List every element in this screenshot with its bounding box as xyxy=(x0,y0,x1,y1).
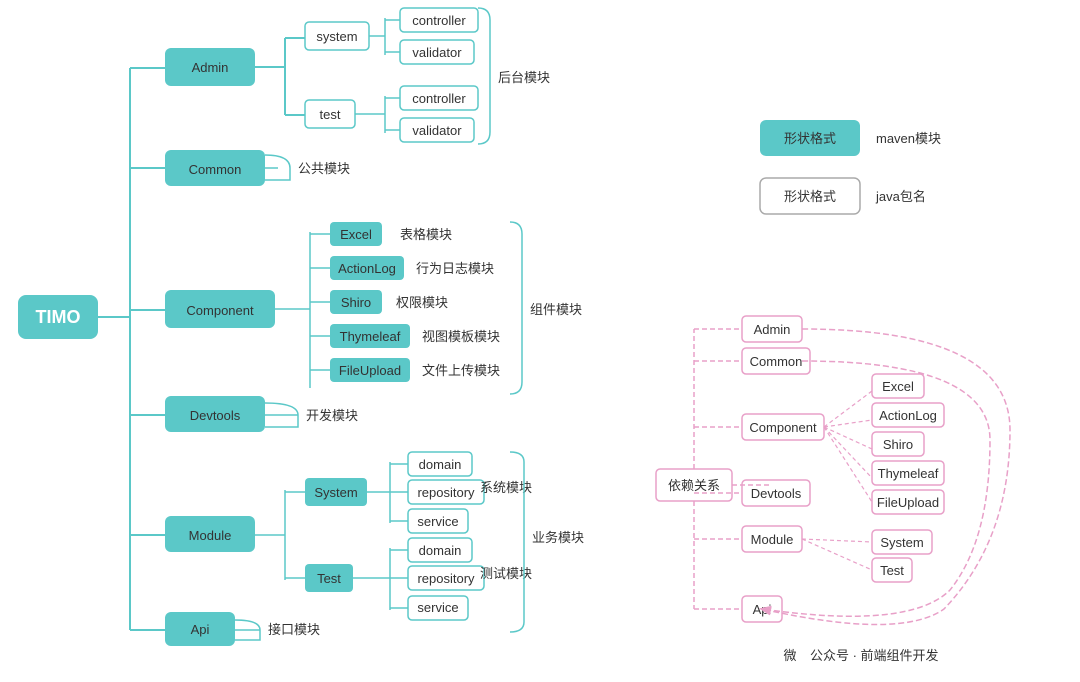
svg-text:Common: Common xyxy=(750,354,803,369)
svg-text:Thymeleaf: Thymeleaf xyxy=(340,329,401,344)
svg-text:Shiro: Shiro xyxy=(883,437,913,452)
svg-text:开发模块: 开发模块 xyxy=(306,408,358,423)
svg-text:System: System xyxy=(880,535,923,550)
svg-text:controller: controller xyxy=(412,91,466,106)
svg-text:Test: Test xyxy=(880,563,904,578)
svg-text:Devtools: Devtools xyxy=(190,408,241,423)
svg-text:Excel: Excel xyxy=(882,379,914,394)
svg-text:domain: domain xyxy=(419,543,462,558)
wechat-label: 公众号 · 前端组件开发 xyxy=(810,648,939,663)
svg-text:repository: repository xyxy=(417,485,475,500)
svg-text:service: service xyxy=(417,600,458,615)
svg-text:System: System xyxy=(314,485,357,500)
svg-text:Thymeleaf: Thymeleaf xyxy=(878,466,939,481)
svg-text:Component: Component xyxy=(186,303,254,318)
svg-text:domain: domain xyxy=(419,457,462,472)
svg-text:Api: Api xyxy=(191,622,210,637)
svg-text:Shiro: Shiro xyxy=(341,295,371,310)
svg-text:公共模块: 公共模块 xyxy=(298,161,350,176)
svg-text:repository: repository xyxy=(417,571,475,586)
svg-text:表格模块: 表格模块 xyxy=(400,227,452,242)
svg-text:行为日志模块: 行为日志模块 xyxy=(416,261,494,276)
svg-text:Test: Test xyxy=(317,571,341,586)
svg-text:业务模块: 业务模块 xyxy=(532,530,584,545)
svg-text:微: 微 xyxy=(783,648,796,663)
svg-text:依赖关系: 依赖关系 xyxy=(668,478,720,493)
svg-text:ActionLog: ActionLog xyxy=(879,408,937,423)
svg-text:Module: Module xyxy=(751,532,794,547)
svg-text:权限模块: 权限模块 xyxy=(396,295,448,310)
svg-text:形状格式: 形状格式 xyxy=(784,131,836,146)
svg-text:后台模块: 后台模块 xyxy=(498,70,550,85)
svg-text:Excel: Excel xyxy=(340,227,372,242)
svg-text:service: service xyxy=(417,514,458,529)
svg-text:java包名: java包名 xyxy=(875,189,926,204)
svg-text:test: test xyxy=(320,107,341,122)
svg-text:Common: Common xyxy=(189,162,242,177)
svg-text:Module: Module xyxy=(189,528,232,543)
svg-text:形状格式: 形状格式 xyxy=(784,189,836,204)
svg-text:Component: Component xyxy=(749,420,817,435)
svg-text:controller: controller xyxy=(412,13,466,28)
svg-text:文件上传模块: 文件上传模块 xyxy=(422,363,500,378)
svg-text:TIMO: TIMO xyxy=(36,307,81,327)
svg-text:Devtools: Devtools xyxy=(751,486,802,501)
svg-text:system: system xyxy=(316,29,357,44)
svg-text:接口模块: 接口模块 xyxy=(268,622,320,637)
svg-text:Admin: Admin xyxy=(754,322,791,337)
svg-text:视图模板模块: 视图模板模块 xyxy=(422,329,500,344)
svg-text:ActionLog: ActionLog xyxy=(338,261,396,276)
svg-text:组件模块: 组件模块 xyxy=(530,302,582,317)
svg-text:FileUpload: FileUpload xyxy=(339,363,401,378)
svg-text:validator: validator xyxy=(412,45,462,60)
svg-text:maven模块: maven模块 xyxy=(876,131,941,146)
svg-text:FileUpload: FileUpload xyxy=(877,495,939,510)
svg-text:validator: validator xyxy=(412,123,462,138)
svg-text:Admin: Admin xyxy=(192,60,229,75)
